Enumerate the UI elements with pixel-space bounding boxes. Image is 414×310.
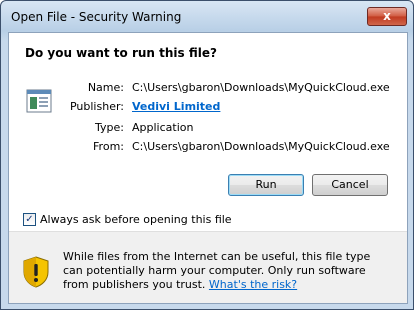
- from-label: From:: [93, 140, 124, 153]
- publisher-link[interactable]: Vedivi Limited: [132, 100, 220, 113]
- close-button[interactable]: x: [367, 7, 407, 26]
- dialog-heading: Do you want to run this file?: [25, 46, 217, 60]
- from-value: C:\Users\gbaron\Downloads\MyQuickCloud.e…: [132, 140, 390, 153]
- security-warning-dialog: Open File - Security Warning x Do you wa…: [0, 0, 414, 310]
- whats-the-risk-link[interactable]: What's the risk?: [209, 278, 297, 291]
- publisher-label: Publisher:: [69, 100, 124, 113]
- close-icon: x: [383, 9, 391, 23]
- warning-section: While files from the Internet can be use…: [9, 232, 407, 303]
- title-bar[interactable]: Open File - Security Warning x: [1, 1, 413, 33]
- details-section: Do you want to run this file? Name: C:\U…: [9, 33, 407, 226]
- name-label: Name:: [87, 81, 124, 94]
- always-ask-checkbox[interactable]: ✓: [23, 213, 36, 226]
- warning-shield-icon: [23, 256, 49, 288]
- window-title: Open File - Security Warning: [11, 10, 182, 24]
- cancel-button[interactable]: Cancel: [312, 174, 388, 196]
- always-ask-label[interactable]: Always ask before opening this file: [40, 213, 232, 226]
- warning-text-block: While files from the Internet can be use…: [63, 250, 393, 292]
- type-label: Type:: [95, 121, 124, 134]
- run-button[interactable]: Run: [228, 174, 304, 196]
- name-value: C:\Users\gbaron\Downloads\MyQuickCloud.e…: [132, 81, 390, 94]
- dialog-body: Do you want to run this file? Name: C:\U…: [8, 32, 408, 304]
- type-value: Application: [132, 121, 194, 134]
